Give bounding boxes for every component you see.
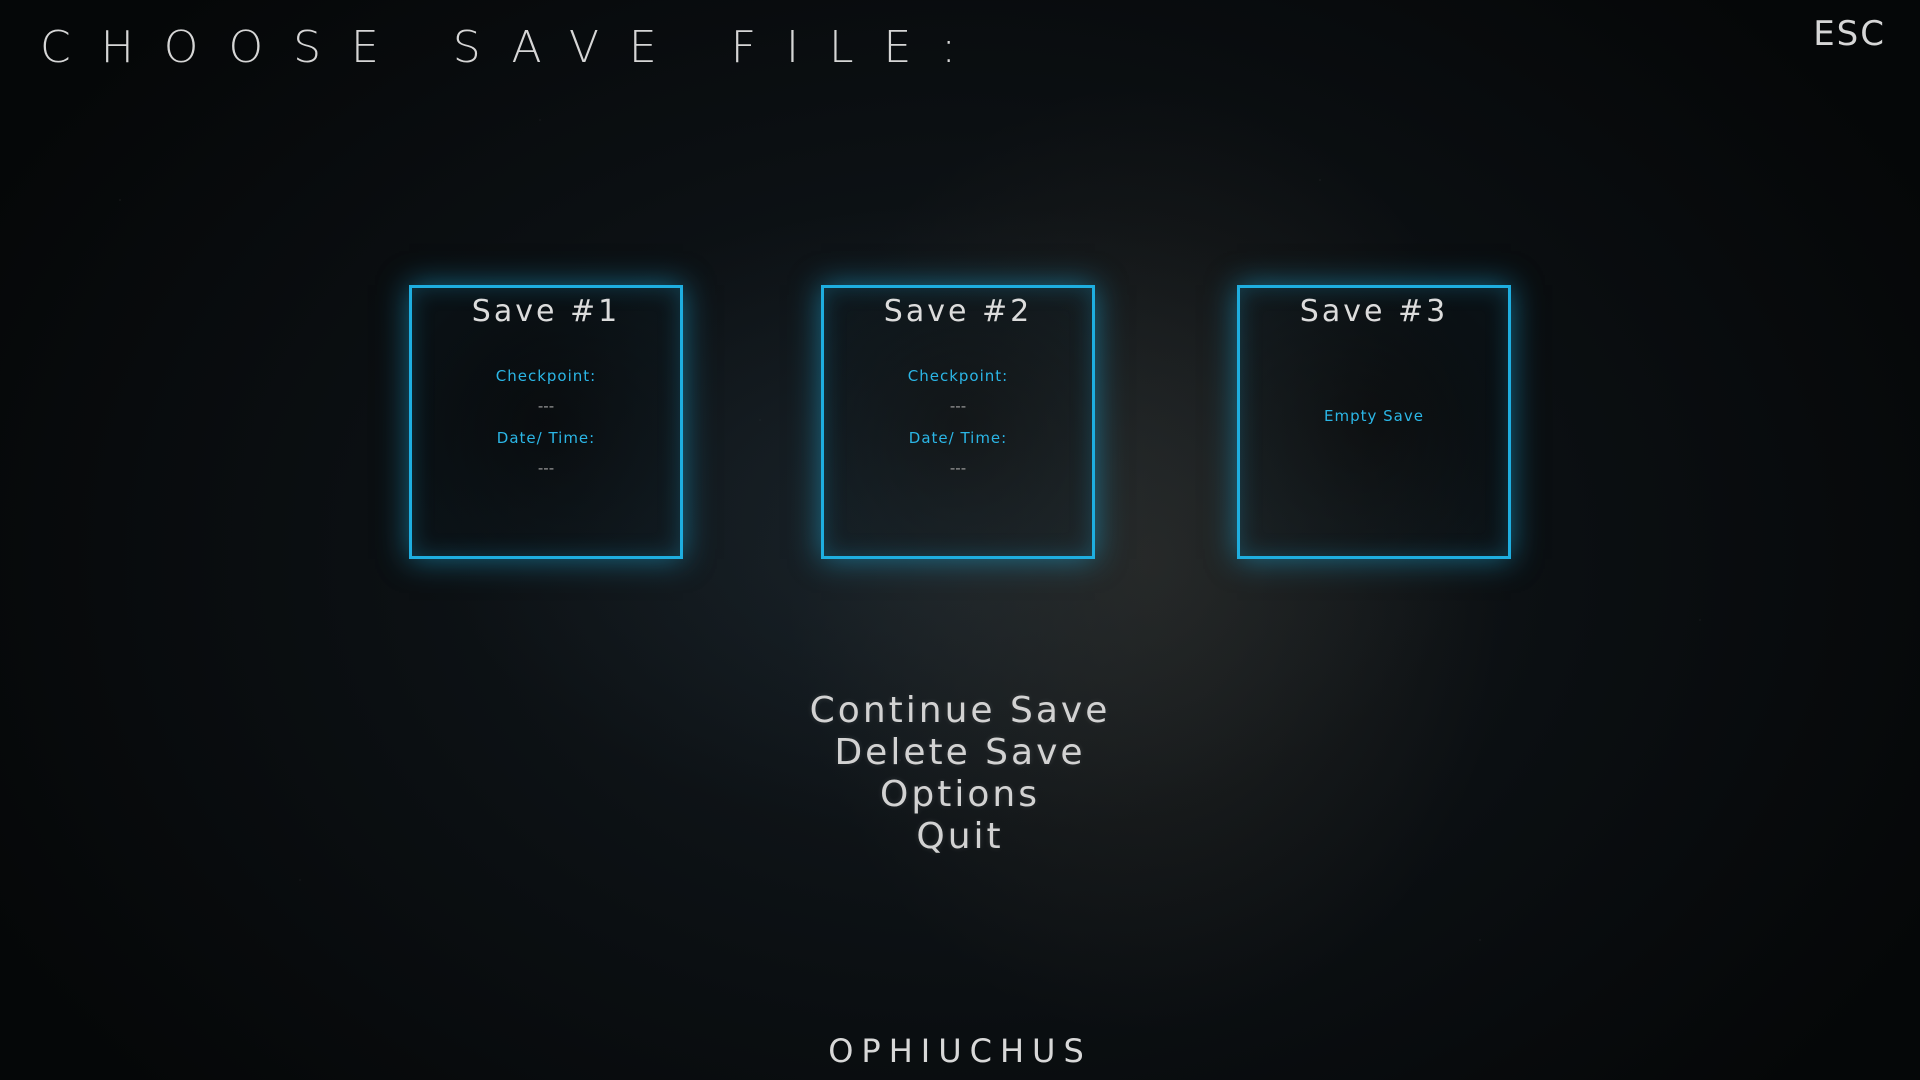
continue-save-button[interactable]: Continue Save xyxy=(0,690,1920,732)
save-slot-3[interactable]: Save #3 Empty Save xyxy=(1237,285,1511,559)
save-slot-info: Checkpoint: --- Date/ Time: --- xyxy=(412,367,680,477)
datetime-value: --- xyxy=(949,459,967,477)
quit-button[interactable]: Quit xyxy=(0,816,1920,858)
esc-button[interactable]: ESC xyxy=(1813,14,1886,54)
main-menu: Continue Save Delete Save Options Quit xyxy=(0,690,1920,858)
page-title: CHOOSE SAVE FILE: xyxy=(40,22,987,73)
datetime-label: Date/ Time: xyxy=(496,429,596,447)
options-button[interactable]: Options xyxy=(0,774,1920,816)
delete-save-button[interactable]: Delete Save xyxy=(0,732,1920,774)
checkpoint-value: --- xyxy=(949,397,967,415)
save-slot-title: Save #3 xyxy=(1299,294,1449,329)
datetime-value: --- xyxy=(537,459,555,477)
save-slot-title: Save #1 xyxy=(471,294,621,329)
save-slot-2[interactable]: Save #2 Checkpoint: --- Date/ Time: --- xyxy=(821,285,1095,559)
save-slot-1[interactable]: Save #1 Checkpoint: --- Date/ Time: --- xyxy=(409,285,683,559)
datetime-label: Date/ Time: xyxy=(908,429,1008,447)
empty-save-label: Empty Save xyxy=(1324,407,1424,425)
save-slot-title: Save #2 xyxy=(883,294,1033,329)
checkpoint-label: Checkpoint: xyxy=(495,367,597,385)
checkpoint-value: --- xyxy=(537,397,555,415)
game-logo: OPHIUCHUS xyxy=(828,1032,1092,1070)
checkpoint-label: Checkpoint: xyxy=(907,367,1009,385)
save-slot-info: Checkpoint: --- Date/ Time: --- xyxy=(824,367,1092,477)
